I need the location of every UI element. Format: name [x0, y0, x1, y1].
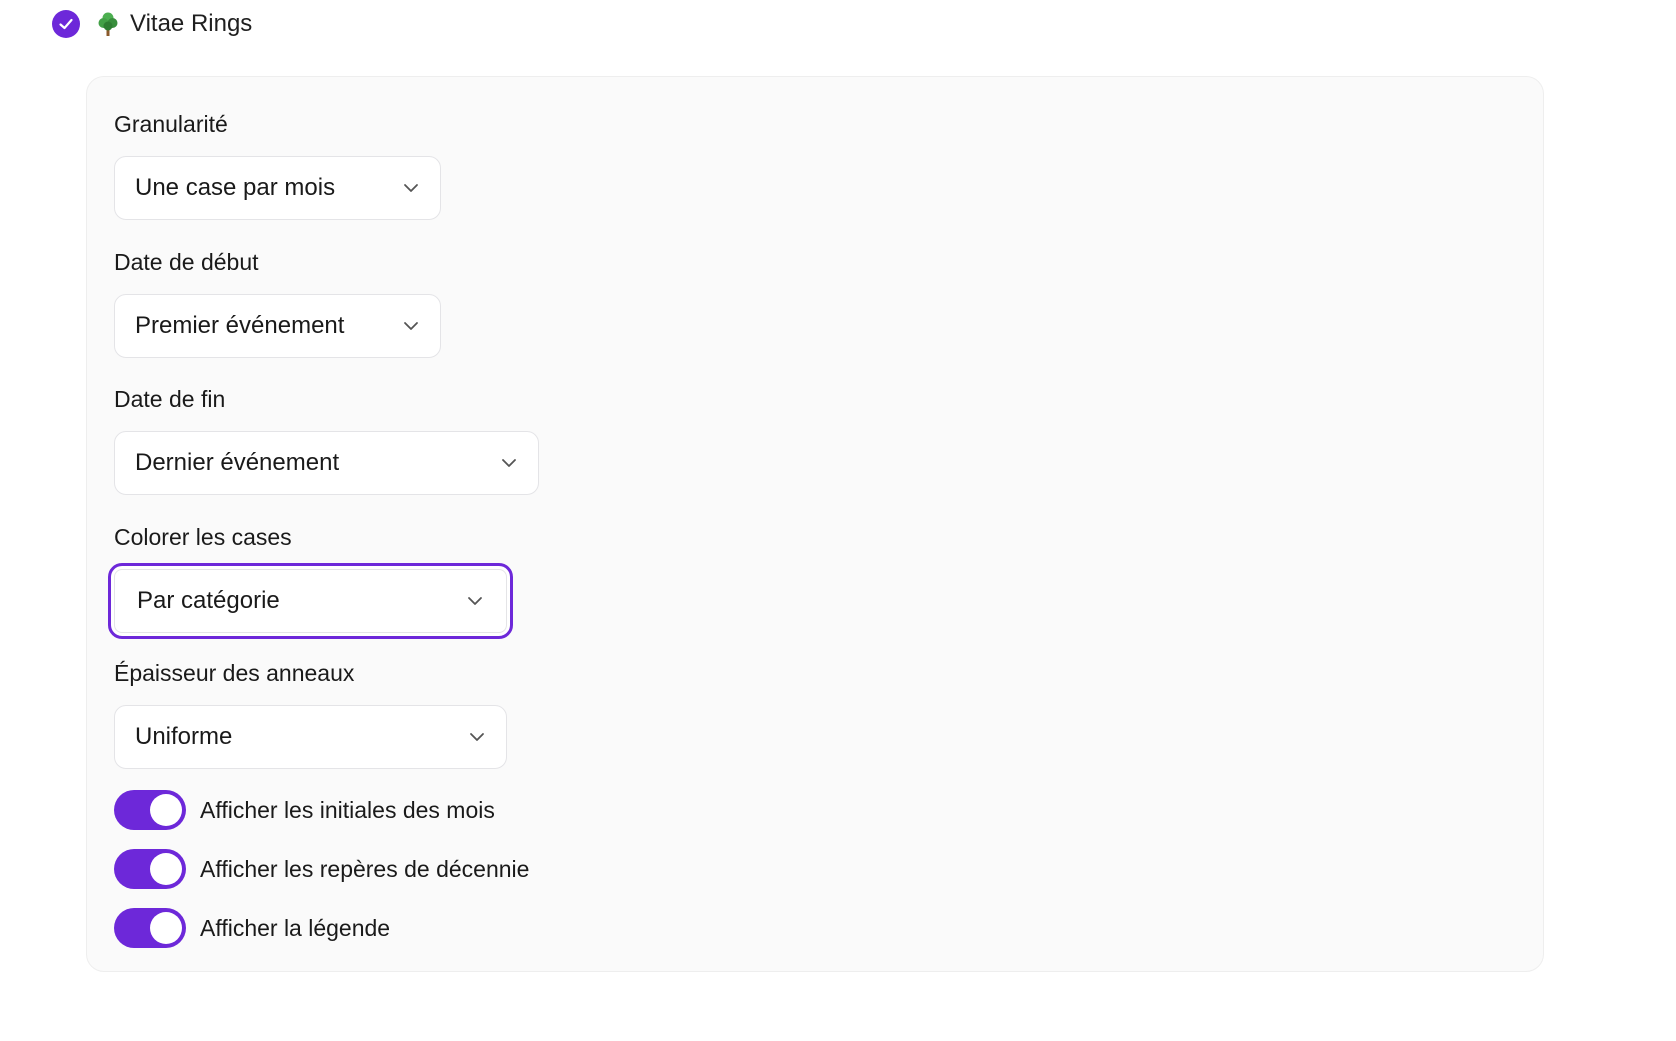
- ring-thickness-select[interactable]: Uniforme: [114, 705, 507, 769]
- color-cells-select[interactable]: Par catégorie: [108, 563, 513, 639]
- check-circle-icon[interactable]: [52, 10, 80, 38]
- toggle-knob: [150, 853, 182, 885]
- chevron-down-icon: [402, 317, 420, 335]
- section-header: Vitae Rings: [52, 8, 252, 40]
- granularity-label: Granularité: [114, 111, 228, 137]
- end-date-value: Dernier événement: [135, 449, 340, 476]
- toggle-knob: [150, 912, 182, 944]
- granularity-value: Une case par mois: [135, 174, 336, 201]
- start-date-label: Date de début: [114, 249, 259, 275]
- month-initials-toggle[interactable]: [114, 790, 186, 830]
- chevron-down-icon: [500, 454, 518, 472]
- section-title: Vitae Rings: [130, 10, 253, 37]
- legend-toggle[interactable]: [114, 908, 186, 948]
- end-date-select[interactable]: Dernier événement: [114, 431, 539, 495]
- toggle-row-decade-markers: Afficher les repères de décennie: [114, 849, 529, 889]
- month-initials-label: Afficher les initiales des mois: [200, 796, 495, 823]
- tree-icon: [96, 11, 120, 37]
- chevron-down-icon: [402, 179, 420, 197]
- legend-label: Afficher la légende: [200, 914, 391, 941]
- decade-markers-toggle[interactable]: [114, 849, 186, 889]
- toggle-row-legend: Afficher la légende: [114, 908, 390, 948]
- chevron-down-icon: [466, 592, 484, 610]
- chevron-down-icon: [468, 728, 486, 746]
- granularity-select[interactable]: Une case par mois: [114, 156, 441, 220]
- color-cells-value: Par catégorie: [137, 587, 280, 614]
- start-date-select[interactable]: Premier événement: [114, 294, 441, 358]
- toggle-row-month-initials: Afficher les initiales des mois: [114, 790, 495, 830]
- end-date-label: Date de fin: [114, 386, 226, 412]
- start-date-value: Premier événement: [135, 312, 345, 339]
- ring-thickness-value: Uniforme: [135, 723, 233, 750]
- toggle-knob: [150, 794, 182, 826]
- settings-panel: Granularité Une case par mois Date de dé…: [86, 76, 1544, 972]
- ring-thickness-label: Épaisseur des anneaux: [114, 660, 355, 686]
- color-cells-label: Colorer les cases: [114, 524, 292, 550]
- decade-markers-label: Afficher les repères de décennie: [200, 855, 530, 882]
